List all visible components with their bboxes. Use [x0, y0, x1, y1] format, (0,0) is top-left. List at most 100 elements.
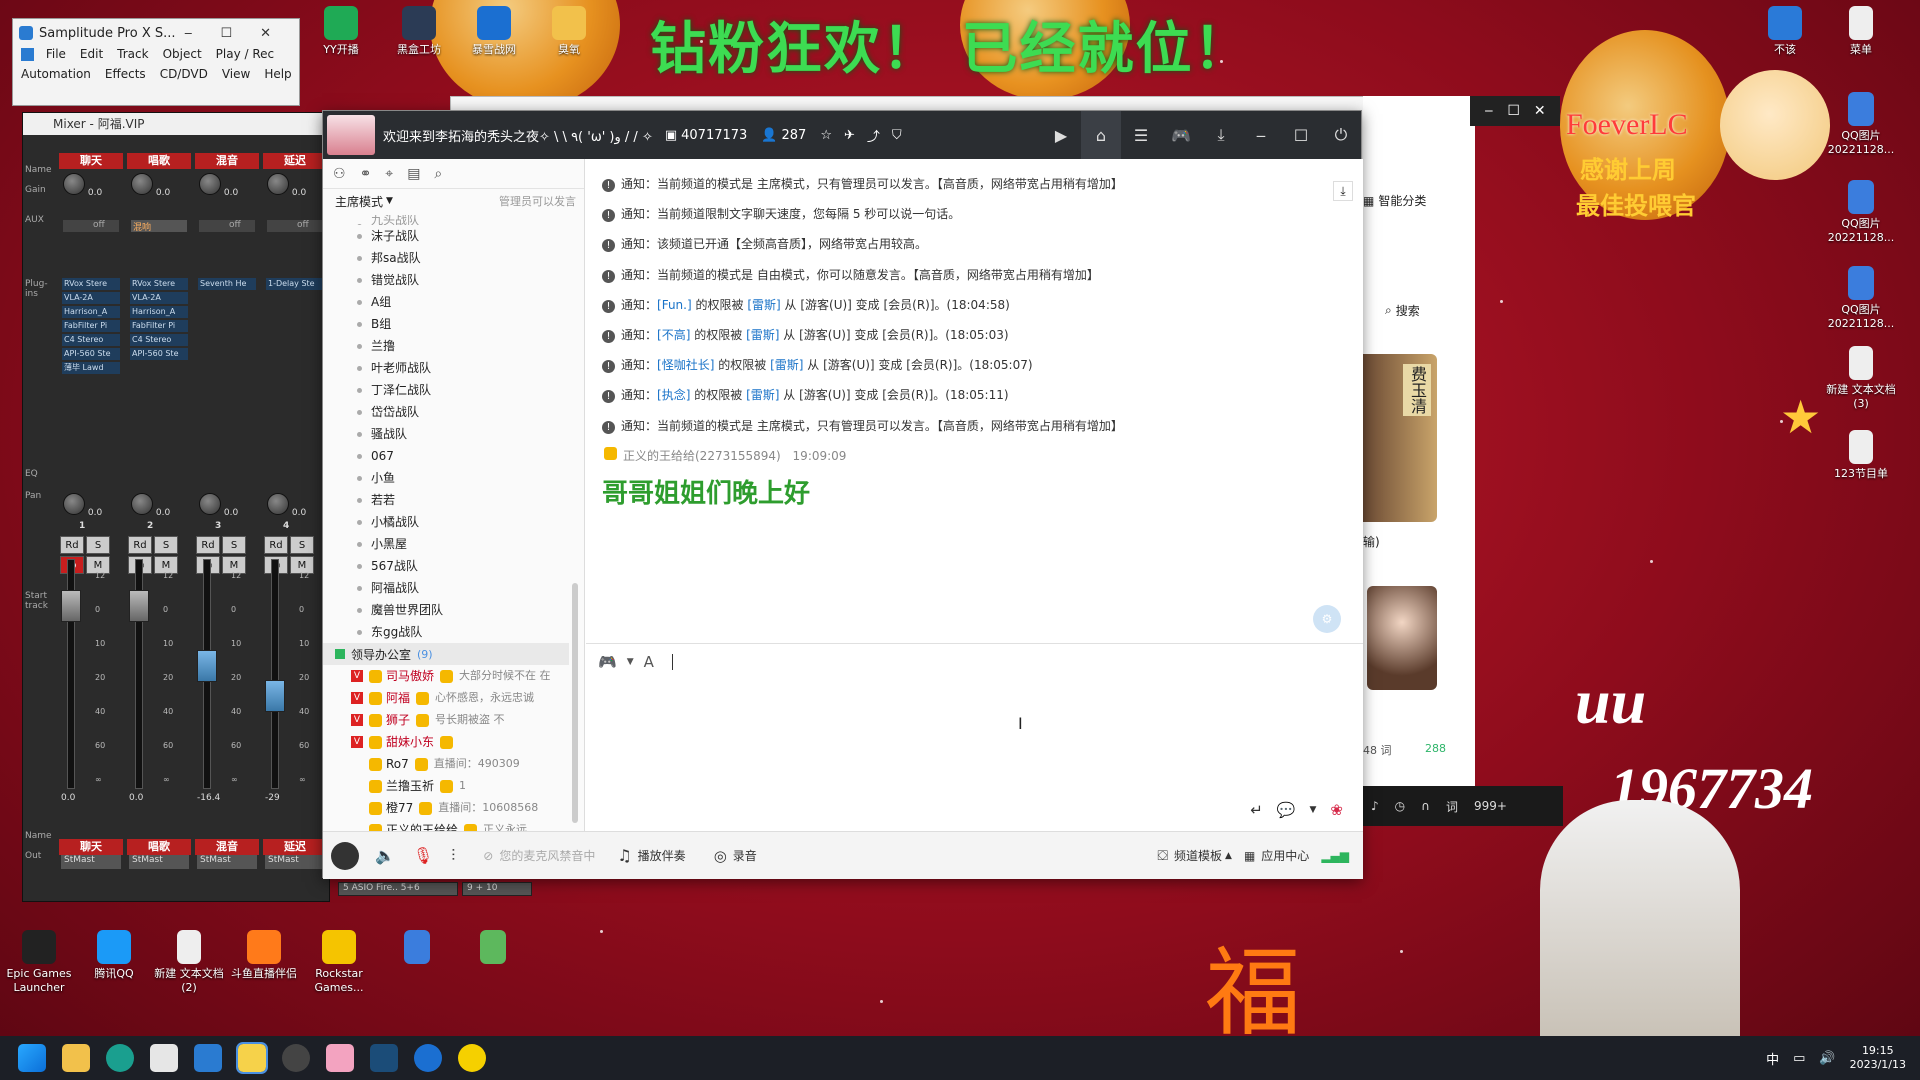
gain-knob[interactable] — [199, 173, 221, 195]
list-item[interactable]: 九头战队 — [323, 215, 569, 225]
timer-icon[interactable]: ◷ — [1395, 799, 1405, 813]
aux-send[interactable]: 混响 — [131, 220, 187, 233]
play-accompaniment-button[interactable]: 播放伴奏 — [638, 847, 686, 864]
edge-icon[interactable] — [106, 1044, 134, 1072]
menu-automation[interactable]: Automation — [21, 67, 91, 81]
desktop-icon[interactable]: QQ图片20221128... — [1822, 180, 1900, 245]
menu-play-rec[interactable]: Play / Rec — [216, 47, 274, 61]
steam-icon[interactable] — [370, 1044, 398, 1072]
desktop-icon[interactable]: YY开播 — [302, 6, 380, 57]
desktop-icon[interactable]: 腾讯QQ — [75, 930, 153, 981]
output-route[interactable]: StMast — [61, 855, 121, 869]
window-controls[interactable]: ‒☐✕ — [184, 26, 299, 41]
plugin-slot[interactable]: RVox Stere — [130, 278, 188, 290]
music-side-panel[interactable]: ▦ 智能分类 ⌕ 搜索 费玉清 输) 48 词 288 — [1363, 96, 1475, 786]
solo-button[interactable]: S — [290, 536, 314, 554]
channel-tree-panel[interactable]: ⚇ ⚭ ⌖ ▤ ⌕ 主席模式 ▼ 管理员可以发言 九头战队 沫子战队 邦sa战队 错觉战队… — [323, 159, 585, 831]
menu-cd-dvd[interactable]: CD/DVD — [160, 67, 208, 81]
plugin-slot[interactable]: Harrison_A — [62, 306, 120, 318]
volume-icon[interactable]: ♪ — [1371, 799, 1379, 813]
mixer-icon[interactable]: ⫶ — [451, 846, 455, 866]
clock[interactable]: 19:15 2023/1/13 — [1850, 1044, 1906, 1072]
record-button[interactable]: 录音 — [733, 847, 757, 864]
fader-cap[interactable] — [129, 590, 149, 622]
fader-cap[interactable] — [265, 680, 285, 712]
mixer-output-2[interactable]: 9 + 10 — [462, 882, 532, 896]
profile-avatar[interactable] — [331, 841, 359, 870]
lyrics-icon[interactable]: 词 — [1446, 798, 1458, 815]
plane-icon[interactable]: ✈ — [844, 128, 855, 143]
fader-cap[interactable] — [197, 650, 217, 682]
volume-fader[interactable] — [61, 559, 81, 789]
desktop-icon[interactable]: 新建 文本文档 (3) — [1822, 346, 1900, 411]
desktop-icon[interactable]: 暴雪战网 — [455, 6, 533, 57]
gain-knob[interactable] — [63, 173, 85, 195]
volume-icon[interactable]: 🔊 — [1819, 1051, 1835, 1066]
favorite-icon[interactable]: ☆ — [820, 128, 832, 143]
list-item[interactable]: 骚战队 — [323, 423, 569, 445]
settings-gear-icon[interactable]: ⚙ — [1313, 605, 1341, 633]
gain-knob[interactable] — [131, 173, 153, 195]
mixer-strip[interactable]: 延迟 0.0 off 1-Delay Ste 0.0 4 RdS○M 12010… — [263, 149, 327, 899]
app-center-button[interactable]: 应用中心 — [1261, 847, 1309, 864]
user-link[interactable]: [雷斯] — [747, 298, 780, 312]
plugin-slot[interactable]: FabFilter Pi — [130, 320, 188, 332]
location-icon[interactable]: ⌖ — [385, 166, 393, 182]
person-icon[interactable]: ⚇ — [333, 166, 346, 182]
plugin-slot[interactable]: Seventh He — [198, 278, 256, 290]
channel-template-button[interactable]: 频道模板 — [1174, 847, 1222, 864]
list-item[interactable]: 若若 — [323, 489, 569, 511]
scroll-down-button[interactable]: ⤓ — [1333, 181, 1353, 201]
desktop-icon[interactable]: Epic Games Launcher — [0, 930, 78, 995]
user-link[interactable]: [不高] — [657, 328, 690, 342]
chevron-down-icon[interactable]: ▼ — [627, 657, 634, 667]
user-row[interactable]: V 司马傲娇 大部分时候不在 在 — [323, 665, 569, 687]
home-icon[interactable]: ⌂ — [1081, 111, 1121, 159]
input-language[interactable]: 中 — [1766, 1049, 1779, 1068]
music-player-controls[interactable]: ♪ ◷ ∩ 词 999+ — [1363, 786, 1563, 826]
plugin-slot[interactable]: VLA-2A — [62, 292, 120, 304]
yy-taskbar-icon[interactable] — [236, 1042, 268, 1074]
plugin-slot[interactable]: RVox Stere — [62, 278, 120, 290]
menu-object[interactable]: Object — [163, 47, 202, 61]
user-row[interactable]: Ro7 直播间：490309 — [323, 753, 569, 775]
chat-bubble-icon[interactable]: 💬 — [1277, 801, 1296, 819]
shield-icon[interactable]: ⛉ — [892, 128, 902, 143]
list-item[interactable]: 错觉战队 — [323, 269, 569, 291]
menu-track[interactable]: Track — [117, 47, 148, 61]
gamepad-icon[interactable]: 🎮 — [1161, 111, 1201, 159]
obs-icon[interactable] — [282, 1044, 310, 1072]
desktop-icon[interactable]: QQ图片20221128... — [1822, 92, 1900, 157]
notes-icon[interactable]: ▤ — [407, 166, 420, 182]
desktop-icon[interactable]: QQ图片20221128... — [1822, 266, 1900, 331]
group-row[interactable]: 领导办公室 (9) — [323, 643, 569, 665]
user-row[interactable]: V 狮子 号长期被盗 不 — [323, 709, 569, 731]
list-item[interactable]: 魔兽世界团队 — [323, 599, 569, 621]
volume-fader[interactable] — [197, 559, 217, 789]
solo-button[interactable]: S — [154, 536, 178, 554]
list-item[interactable]: 小黑屋 — [323, 533, 569, 555]
search-button[interactable]: ⌕ 搜索 — [1385, 302, 1420, 319]
enter-icon[interactable]: ↵ — [1250, 801, 1263, 819]
list-item[interactable]: 阿福战队 — [323, 577, 569, 599]
plugin-slot[interactable]: C4 Stereo — [62, 334, 120, 346]
artist-photo[interactable] — [1367, 586, 1437, 690]
mixer-window[interactable]: Mixer - 阿福.VIP Name Gain AUX Plug-ins EQ… — [22, 112, 330, 902]
list-icon[interactable]: ☰ — [1121, 111, 1161, 159]
user-link[interactable]: [雷斯] — [746, 328, 779, 342]
mic-muted-icon[interactable]: 🎙 — [413, 846, 433, 865]
album-cover[interactable]: 费玉清 — [1363, 354, 1437, 522]
menu-view[interactable]: View — [222, 67, 250, 81]
fader-cap[interactable] — [61, 590, 81, 622]
chat-sender[interactable]: 正义的王给给(2273155894) — [623, 449, 781, 463]
list-item[interactable]: 叶老师战队 — [323, 357, 569, 379]
file-explorer-icon[interactable] — [62, 1044, 90, 1072]
qq-music-icon[interactable] — [458, 1044, 486, 1072]
chevron-down-icon[interactable]: ▼ — [386, 196, 393, 206]
strip-name[interactable]: 混音 — [195, 153, 259, 169]
network-icon[interactable]: ▭ — [1793, 1051, 1805, 1066]
strip-name[interactable]: 聊天 — [59, 153, 123, 169]
user-link[interactable]: [雷斯] — [770, 358, 803, 372]
plugin-slot[interactable]: C4 Stereo — [130, 334, 188, 346]
pan-knob[interactable] — [267, 493, 289, 515]
